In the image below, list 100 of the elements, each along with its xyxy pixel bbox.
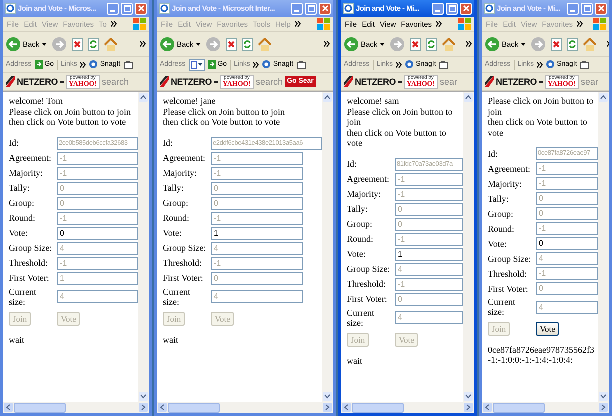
maximize-button[interactable] bbox=[446, 2, 458, 14]
horizontal-scrollbar[interactable] bbox=[157, 402, 333, 413]
close-button[interactable] bbox=[460, 2, 472, 14]
scroll-thumb[interactable] bbox=[168, 402, 220, 412]
capture-icon[interactable] bbox=[296, 60, 306, 68]
horizontal-scrollbar[interactable] bbox=[341, 402, 474, 413]
scroll-thumb[interactable] bbox=[493, 402, 545, 412]
logo-mark-icon bbox=[344, 76, 353, 87]
vertical-scrollbar[interactable] bbox=[598, 92, 609, 402]
search-label[interactable]: sear bbox=[440, 76, 458, 86]
field-label: First Voter: bbox=[163, 273, 204, 283]
text-field[interactable]: 1 bbox=[211, 226, 303, 240]
search-label[interactable]: search bbox=[102, 76, 130, 86]
scroll-thumb[interactable] bbox=[352, 402, 404, 412]
dash-icon[interactable] bbox=[214, 80, 218, 82]
message-line: welcome! Tom bbox=[9, 96, 64, 106]
maximize-icon bbox=[308, 5, 314, 12]
stop-icon[interactable] bbox=[72, 38, 83, 50]
down-arrow-icon[interactable] bbox=[599, 392, 608, 401]
maximize-button[interactable] bbox=[121, 2, 133, 14]
up-arrow-icon[interactable] bbox=[323, 93, 332, 102]
left-arrow-icon[interactable] bbox=[483, 403, 492, 412]
field-label: Current size: bbox=[347, 308, 376, 328]
field-label: Round: bbox=[488, 224, 516, 234]
chevron-icon[interactable] bbox=[80, 62, 86, 68]
home-icon[interactable] bbox=[442, 38, 456, 50]
minimize-button[interactable] bbox=[567, 2, 579, 14]
minimize-button[interactable] bbox=[291, 2, 303, 14]
maximize-button[interactable] bbox=[305, 2, 317, 14]
up-arrow-icon[interactable] bbox=[599, 93, 608, 102]
close-button[interactable] bbox=[595, 2, 607, 14]
field-label: Id: bbox=[488, 148, 499, 158]
text-field[interactable]: 0 bbox=[536, 237, 598, 250]
home-icon[interactable] bbox=[582, 38, 597, 50]
chevron-icon[interactable] bbox=[110, 21, 117, 27]
message-line: Please click on Join button to join bbox=[9, 106, 132, 117]
dash-icon[interactable] bbox=[398, 80, 402, 82]
refresh-icon[interactable] bbox=[566, 38, 578, 50]
text-field[interactable]: 1 bbox=[395, 248, 463, 260]
down-arrow-icon[interactable] bbox=[464, 392, 473, 401]
left-arrow-icon[interactable] bbox=[158, 403, 167, 412]
left-arrow-icon[interactable] bbox=[4, 403, 13, 412]
field-label: Agreement: bbox=[9, 153, 52, 163]
right-arrow-icon[interactable] bbox=[599, 403, 608, 412]
chevron-icon[interactable] bbox=[253, 62, 260, 68]
down-arrow-icon[interactable] bbox=[323, 392, 332, 401]
field-label: Vote: bbox=[9, 228, 29, 238]
up-arrow-icon[interactable] bbox=[139, 93, 148, 102]
field-label: Tally: bbox=[488, 194, 510, 204]
left-arrow-icon[interactable] bbox=[342, 403, 351, 412]
chevron-icon[interactable] bbox=[466, 41, 472, 47]
refresh-icon[interactable] bbox=[88, 38, 99, 50]
horizontal-scrollbar[interactable] bbox=[482, 402, 609, 413]
field-label: Group Size: bbox=[9, 243, 54, 253]
close-button[interactable] bbox=[319, 2, 331, 14]
down-arrow-icon[interactable] bbox=[139, 392, 148, 401]
vertical-scrollbar[interactable] bbox=[138, 92, 149, 402]
right-arrow-icon[interactable] bbox=[323, 403, 332, 412]
chevron-icon[interactable] bbox=[294, 21, 301, 27]
dash-icon[interactable] bbox=[60, 80, 64, 82]
capture-icon[interactable] bbox=[124, 60, 133, 68]
message-line: then click on Vote button to vote bbox=[488, 117, 588, 138]
horizontal-scrollbar[interactable] bbox=[3, 402, 149, 413]
chevron-icon[interactable] bbox=[577, 21, 583, 27]
capture-icon[interactable] bbox=[439, 60, 448, 68]
field-label: Majority: bbox=[488, 178, 523, 188]
address-dropdown[interactable] bbox=[188, 58, 205, 70]
text-field[interactable]: 0 bbox=[57, 226, 138, 240]
refresh-icon[interactable] bbox=[426, 38, 437, 50]
stop-icon[interactable] bbox=[410, 38, 421, 50]
windows-logo-icon bbox=[593, 18, 606, 30]
close-button[interactable] bbox=[135, 2, 147, 14]
minimize-button[interactable] bbox=[107, 2, 119, 14]
maximize-button[interactable] bbox=[581, 2, 593, 14]
close-icon bbox=[322, 5, 328, 12]
vertical-scrollbar[interactable] bbox=[322, 92, 333, 402]
form-button[interactable]: Vote bbox=[536, 322, 560, 336]
go-arrow-icon bbox=[34, 60, 43, 69]
dash-icon[interactable] bbox=[538, 80, 543, 82]
chevron-icon[interactable] bbox=[324, 41, 330, 47]
chevron-icon[interactable] bbox=[140, 41, 146, 47]
home-icon[interactable] bbox=[258, 38, 272, 50]
capture-icon[interactable] bbox=[580, 60, 590, 68]
search-label[interactable]: sear bbox=[581, 76, 599, 86]
right-arrow-icon[interactable] bbox=[139, 403, 148, 412]
chevron-icon[interactable] bbox=[396, 62, 402, 68]
scroll-thumb[interactable] bbox=[14, 402, 66, 412]
stop-icon[interactable] bbox=[226, 38, 237, 50]
right-arrow-icon[interactable] bbox=[464, 403, 473, 412]
chevron-icon[interactable] bbox=[436, 21, 442, 27]
windows-logo-icon bbox=[133, 18, 146, 30]
home-icon[interactable] bbox=[104, 38, 118, 50]
refresh-icon[interactable] bbox=[242, 38, 253, 50]
chevron-icon[interactable] bbox=[537, 62, 544, 68]
up-arrow-icon[interactable] bbox=[464, 93, 473, 102]
stop-icon[interactable] bbox=[550, 38, 562, 50]
search-label[interactable]: search bbox=[256, 76, 284, 86]
field-label: Id: bbox=[347, 159, 358, 169]
minimize-button[interactable] bbox=[432, 2, 444, 14]
vertical-scrollbar[interactable] bbox=[463, 92, 474, 402]
